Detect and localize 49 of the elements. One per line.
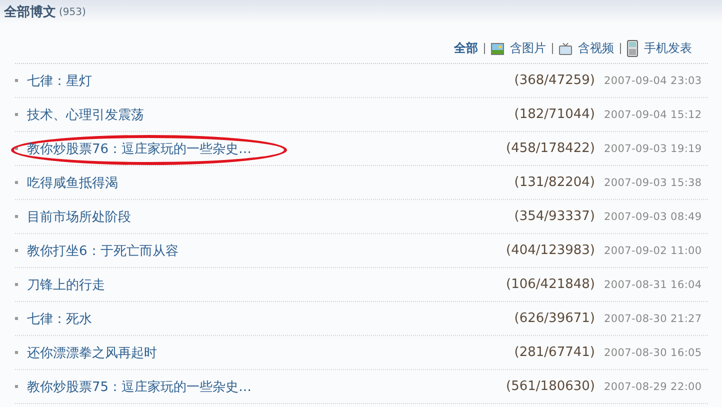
post-title-link[interactable]: 技术、心理引发震荡 — [27, 106, 514, 124]
post-title-link[interactable]: 吃得咸鱼抵得渴 — [27, 174, 514, 192]
bullet-icon — [15, 249, 18, 252]
post-stats: (561/180630) — [506, 379, 595, 394]
post-date: 2007-08-31 16:04 — [604, 278, 703, 290]
post-date: 2007-09-03 19:19 — [604, 142, 703, 154]
post-date: 2007-08-30 21:27 — [604, 312, 703, 324]
bullet-icon — [15, 385, 18, 388]
image-icon — [491, 42, 504, 54]
bullet-icon — [15, 283, 18, 286]
post-date: 2007-09-04 23:03 — [604, 74, 703, 86]
post-stats: (458/178422) — [506, 141, 595, 156]
post-title-link[interactable]: 七律：星灯 — [27, 72, 514, 90]
bullet-icon — [15, 79, 18, 82]
post-stats: (354/93337) — [514, 209, 595, 224]
post-date: 2007-09-02 11:00 — [604, 244, 703, 256]
post-title-link[interactable]: 目前市场所处阶段 — [27, 208, 514, 226]
section-title: 全部博文 — [4, 4, 56, 21]
post-title-link[interactable]: 教你炒股票76：逗庄家玩的一些杂史… — [27, 140, 506, 158]
bullet-icon — [15, 351, 18, 354]
post-stats: (626/39671) — [514, 311, 595, 326]
bullet-icon — [15, 215, 18, 218]
post-date: 2007-08-29 22:00 — [604, 380, 703, 392]
post-stats: (404/123983) — [506, 243, 595, 258]
post-stats: (182/71044) — [514, 107, 595, 122]
post-title-link[interactable]: 教你打坐6：于死亡而从容 — [27, 242, 506, 260]
bullet-icon — [15, 147, 18, 150]
post-title-link[interactable]: 七律：死水 — [27, 310, 514, 328]
post-stats: (368/47259) — [514, 73, 595, 88]
filter-link[interactable]: 含图片 — [510, 40, 546, 57]
filter-link[interactable]: 全部 — [454, 40, 478, 57]
post-date: 2007-08-30 16:05 — [604, 346, 703, 358]
post-count: (953) — [59, 6, 86, 18]
post-title-link[interactable]: 刀锋上的行走 — [27, 276, 506, 294]
filter-link[interactable]: 含视频 — [578, 40, 614, 57]
bullet-icon — [15, 113, 18, 116]
post-stats: (281/67741) — [514, 345, 595, 360]
phone-icon — [627, 40, 638, 57]
post-date: 2007-09-04 15:12 — [604, 108, 703, 120]
filter-link[interactable]: 手机发表 — [644, 40, 692, 57]
post-date: 2007-09-03 08:49 — [604, 210, 703, 222]
bullet-icon — [15, 181, 18, 184]
post-title-link[interactable]: 教你炒股票75：逗庄家玩的一些杂史… — [27, 378, 506, 396]
bullet-icon — [15, 317, 18, 320]
post-date: 2007-09-03 15:38 — [604, 176, 703, 188]
post-title-link[interactable]: 还你漂漂拳之风再起时 — [27, 344, 514, 362]
post-stats: (106/421848) — [506, 277, 595, 292]
tv-icon — [559, 42, 572, 54]
post-stats: (131/82204) — [514, 175, 595, 190]
